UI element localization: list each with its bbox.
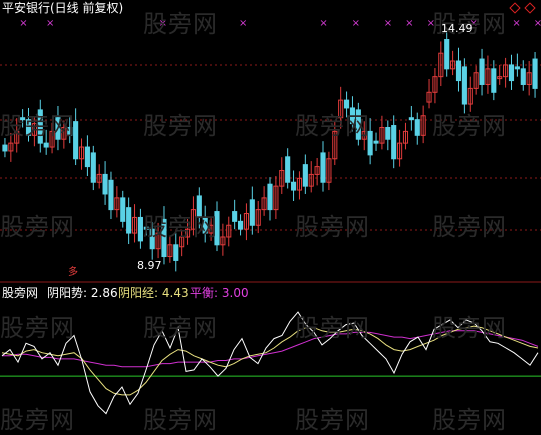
candle-body — [408, 117, 414, 121]
candle-body — [84, 146, 90, 168]
top-signal-marker: × — [19, 18, 27, 29]
candle-body — [414, 119, 420, 136]
candle-body — [126, 207, 132, 234]
candle-body — [43, 142, 49, 148]
watermark: 股旁网 — [295, 112, 370, 140]
candle-body — [120, 197, 126, 222]
watermark: 股旁网 — [0, 213, 75, 241]
candle-body — [479, 58, 485, 85]
top-signal-marker: × — [534, 18, 541, 29]
indicator-pingheng: 平衡: 3.00 — [190, 287, 249, 300]
top-signal-marker: × — [46, 18, 54, 29]
candle-body — [320, 152, 326, 183]
candle-body — [290, 181, 297, 191]
candle-body — [108, 179, 114, 211]
candle-body — [267, 183, 273, 211]
candle-body — [514, 66, 520, 70]
candle-body — [2, 144, 8, 152]
candle-body — [137, 216, 143, 242]
watermark: 股旁网 — [295, 314, 370, 342]
chart-title: 平安银行(日线 前复权) — [2, 1, 124, 15]
candle-body — [444, 39, 450, 70]
watermark: 股旁网 — [143, 213, 218, 241]
candle-body — [391, 125, 397, 160]
candle-body — [249, 199, 255, 226]
top-signal-marker: × — [352, 18, 360, 29]
candle-body — [385, 126, 391, 140]
candle-body — [302, 164, 308, 187]
candle-body — [373, 140, 379, 144]
indicator-yinyangjing: 阴阳经: 4.43 — [118, 287, 189, 300]
indicator-yinyangjing-value: 4.43 — [161, 286, 189, 300]
watermark: 股旁网 — [0, 406, 75, 434]
indicator-yinyangshi: 阴阳势: 2.86 — [47, 287, 118, 300]
watermark: 股旁网 — [432, 406, 507, 434]
candle-body — [173, 244, 179, 261]
indicator-yinyangjing-label: 阴阳经: — [118, 286, 159, 300]
candle-body — [520, 68, 526, 85]
high-price-label: 14.49 — [441, 22, 473, 35]
low-price-label: 8.97 — [137, 259, 162, 272]
candle-body — [532, 58, 538, 89]
watermark: 股旁网 — [0, 112, 75, 140]
top-signal-marker: × — [512, 18, 520, 29]
candle-body — [461, 66, 467, 105]
watermark: 股旁网 — [295, 213, 370, 241]
indicator-source: 股旁网 — [2, 286, 39, 300]
watermark: 股旁网 — [143, 10, 218, 38]
candle-body — [491, 68, 497, 93]
watermark: 股旁网 — [0, 314, 75, 342]
top-signal-marker: × — [239, 18, 247, 29]
candle-body — [90, 152, 96, 183]
top-signal-marker: × — [384, 18, 392, 29]
indicator-yinyangshi-label: 阴阳势: — [47, 286, 88, 300]
watermark: 股旁网 — [143, 112, 218, 140]
watermark: 股旁网 — [432, 112, 507, 140]
watermark: 股旁网 — [143, 314, 218, 342]
top-signal-marker: × — [405, 18, 413, 29]
candle-body — [237, 220, 244, 230]
candle-body — [455, 60, 462, 82]
watermark: 股旁网 — [432, 314, 507, 342]
candle-body — [102, 173, 108, 195]
indicator-pingheng-label: 平衡: — [190, 286, 219, 300]
indicator-pingheng-value: 3.00 — [221, 286, 249, 300]
watermark: 股旁网 — [432, 213, 507, 241]
indicator-yinyangshi-value: 2.86 — [90, 286, 118, 300]
watermark: 股旁网 — [143, 406, 218, 434]
watermark: 股旁网 — [295, 406, 370, 434]
buy-signal-marker: 多 — [68, 267, 78, 278]
candle-body — [508, 64, 515, 82]
candle-body — [285, 156, 291, 183]
candle-body — [232, 211, 238, 222]
top-signal-marker: × — [319, 18, 327, 29]
